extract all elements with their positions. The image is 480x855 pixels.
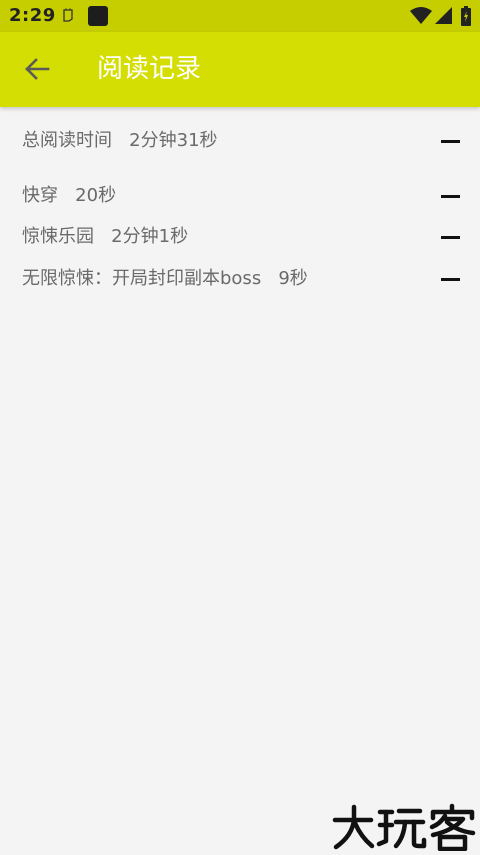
list-item: 惊悚乐园 2分钟1秒 — [0, 218, 480, 256]
app-bar: 阅读记录 — [0, 32, 480, 107]
page-title: 阅读记录 — [97, 54, 202, 84]
record-label: 惊悚乐园 2分钟1秒 — [22, 226, 189, 247]
arrow-left-icon — [25, 58, 50, 80]
watermark-logo — [332, 803, 476, 851]
list-item: 无限惊悚：开局封印副本boss 9秒 — [0, 260, 480, 298]
back-button[interactable] — [14, 46, 60, 92]
total-reading-label: 总阅读时间 2分钟31秒 — [22, 130, 218, 151]
app-icon — [88, 6, 108, 26]
battery-icon — [461, 6, 471, 26]
record-label: 无限惊悚：开局封印副本boss 9秒 — [22, 268, 308, 289]
list-item: 快穿 20秒 — [0, 177, 480, 215]
clear-total-button[interactable] — [436, 126, 466, 156]
status-time: 2:29 — [9, 5, 56, 26]
status-bar: 2:29 — [0, 0, 480, 32]
remove-record-button[interactable] — [436, 181, 466, 211]
wifi-icon — [410, 7, 432, 24]
remove-record-button[interactable] — [436, 264, 466, 294]
total-reading-row: 总阅读时间 2分钟31秒 — [0, 122, 480, 160]
notification-icon — [63, 8, 73, 22]
signal-icon — [435, 7, 452, 24]
remove-record-button[interactable] — [436, 222, 466, 252]
record-label: 快穿 20秒 — [22, 185, 117, 206]
